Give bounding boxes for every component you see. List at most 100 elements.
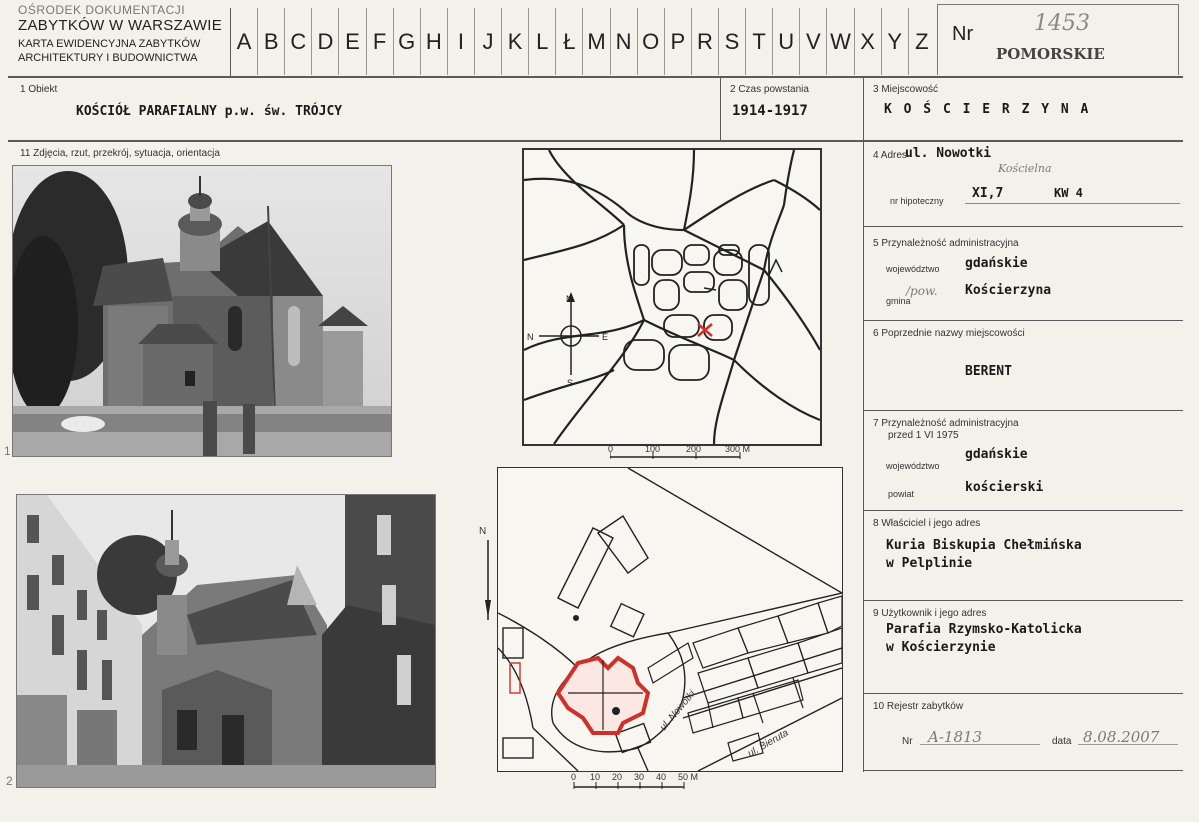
map2-scale-30: 30 (634, 772, 645, 782)
divider-czas (720, 78, 721, 140)
alphabet-letter: Ł (555, 8, 582, 75)
obiekt-value: KOŚCIÓŁ PARAFIALNY p.w. św. TRÓJCY (76, 104, 343, 119)
divider-r5 (863, 600, 1183, 601)
divider-right-column (863, 78, 864, 772)
powiat-label: powiat (888, 489, 915, 499)
alphabet-letter: Y (880, 8, 908, 75)
north-line-drawing (485, 540, 491, 620)
miejscowosc-label: 3 Miejscowość (873, 84, 939, 95)
divider-r4 (863, 510, 1183, 511)
divider-r6 (863, 693, 1183, 694)
alphabet-letter: U (772, 8, 799, 75)
alphabet-letter: O (636, 8, 664, 75)
alphabet-letter: X (853, 8, 881, 75)
alphabet-letter: R (690, 8, 718, 75)
rejestr-nr-dots (920, 744, 1040, 745)
nr-number: 1453 (1034, 11, 1090, 36)
map1-scale-200: 200 (686, 444, 702, 454)
alphabet-letter: A (230, 8, 257, 75)
photo-church-exterior (12, 165, 392, 457)
compass-e: E (602, 332, 608, 342)
divider-fields (8, 140, 1183, 142)
divider-r3 (863, 410, 1183, 411)
miejscowosc-value: K O Ś C I E R Z Y N A (884, 102, 1091, 117)
rejestr-nr-label: Nr (902, 736, 913, 747)
photo2-number: 2 (6, 774, 13, 788)
hipoteczny-dots (965, 203, 1180, 204)
photo-church-street (16, 494, 436, 788)
alphabet-letter: P (663, 8, 691, 75)
wlasciciel-value1: Kuria Biskupia Chełmińska (886, 538, 1082, 553)
divider-r7 (863, 770, 1183, 771)
map1-scale: 0 100 200 300 M (608, 444, 780, 465)
alphabet-letter: W (826, 8, 853, 75)
alphabet-letter: F (365, 8, 393, 75)
woj-label: województwo (886, 264, 940, 274)
alphabet-letter: N (609, 8, 637, 75)
map2-scale: 0 10 20 30 40 50 M (570, 772, 710, 794)
header-line3: KARTA EWIDENCYJNA ZABYTKÓW (18, 38, 201, 50)
divider-r2 (863, 320, 1183, 321)
alphabet-letter: B (257, 8, 284, 75)
wlasciciel-value2: w Pelplinie (886, 556, 973, 571)
adres-label: 4 Adres (873, 150, 907, 161)
site-plan-north-line (485, 540, 491, 620)
divider-header (230, 8, 231, 76)
alphabet-letter: K (501, 8, 528, 75)
powiat-value: kościerski (965, 480, 1044, 495)
header-institution: OŚRODEK DOKUMENTACJI ZABYTKÓW W WARSZAWI… (18, 4, 222, 64)
hipoteczny-value2: KW 4 (1054, 186, 1083, 200)
adres-value: ul. Nowotki (905, 146, 992, 161)
alphabet-letter: D (311, 8, 338, 75)
gmina-value: Kościerzyna (965, 283, 1052, 298)
hipoteczny-label: nr hipoteczny (890, 196, 944, 206)
registry-card: OŚRODEK DOKUMENTACJI ZABYTKÓW W WARSZAWI… (0, 0, 1199, 822)
czas-value: 1914-1917 (732, 103, 808, 119)
alphabet-letter: M (582, 8, 609, 75)
alphabet-letter: C (284, 8, 311, 75)
nr-region: POMORSKIE (996, 45, 1105, 63)
alphabet-letter: E (338, 8, 365, 75)
divider-top (8, 76, 1183, 78)
woj-value: gdańskie (965, 256, 1028, 271)
map1-scale-300: 300 M (725, 444, 751, 454)
nr-label: Nr (952, 23, 974, 45)
compass-s: S (567, 378, 573, 388)
alphabet-letter: Z (907, 8, 935, 75)
hipoteczny-value1: XI,7 (972, 186, 1004, 201)
header-line1: OŚRODEK DOKUMENTACJI (18, 3, 186, 17)
alphabet-letter: I (446, 8, 474, 75)
compass-n: N (566, 294, 573, 304)
map-town-orientation: N S E N (522, 148, 822, 446)
przyn-label: 5 Przynależność administracyjna (873, 238, 1019, 249)
nr-box: Nr 1453 POMORSKIE (937, 4, 1179, 75)
adres-hand: Kościelna (998, 162, 1052, 175)
uzytkownik-label: 9 Użytkownik i jego adres (873, 608, 987, 619)
uzytkownik-value2: w Kościerzynie (886, 640, 996, 655)
alphabet-letter: V (799, 8, 826, 75)
woj75-label: województwo (886, 461, 940, 471)
rejestr-label: 10 Rejestr zabytków (873, 701, 964, 712)
photo-church-street-drawing (17, 495, 435, 787)
map2-scale-40: 40 (656, 772, 667, 782)
map2-scale-20: 20 (612, 772, 623, 782)
poprzednie-value: BERENT (965, 364, 1012, 379)
alphabet-letter: L (528, 8, 555, 75)
poprzednie-label: 6 Poprzednie nazwy miejscowości (873, 328, 1025, 339)
gmina-hand: /pow. (906, 284, 938, 298)
header-line2: ZABYTKÓW W WARSZAWIE (18, 17, 223, 34)
wlasciciel-label: 8 Właściciel i jego adres (873, 518, 981, 529)
church-plan-icon (555, 655, 651, 735)
map1-scale-100: 100 (645, 444, 661, 454)
alphabet-letter: G (392, 8, 420, 75)
alphabet-letter: H (419, 8, 447, 75)
map-site-plan: N ul. Nowotki ul. Bieruta (479, 467, 843, 772)
photo-church-exterior-drawing (13, 166, 391, 456)
compass-w: N (527, 332, 534, 342)
czas-label: 2 Czas powstania (730, 84, 809, 95)
map2-scale-0: 0 (571, 772, 577, 782)
alphabet-index: ABCDEFGHIJKLŁMNOPRSTUVWXYZ (230, 8, 935, 75)
przyn75-label1: 7 Przynależność administracyjna (873, 418, 1019, 429)
header-line4: ARCHITEKTURY I BUDOWNICTWA (18, 52, 198, 64)
rejestr-data-dots (1078, 744, 1178, 745)
